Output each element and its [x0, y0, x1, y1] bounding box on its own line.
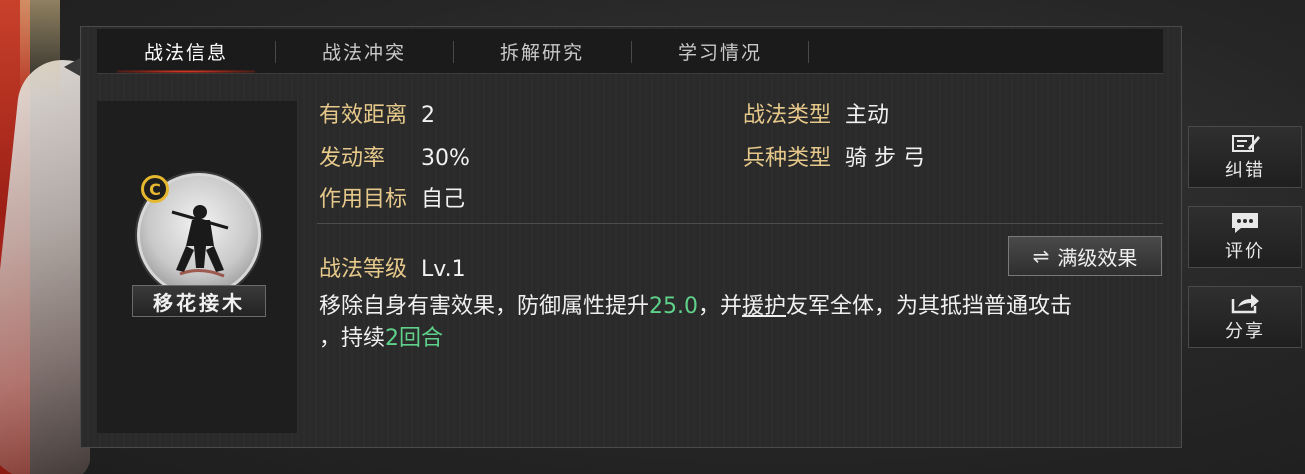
- level-value: Lv.1: [421, 257, 466, 282]
- warrior-silhouette-icon: [171, 205, 229, 278]
- edit-note-icon: [1232, 135, 1260, 152]
- attr-range: 有效距离 2: [319, 97, 435, 129]
- tab-label: 战法信息: [143, 41, 228, 64]
- attr-value: 主动: [845, 103, 890, 128]
- skill-grade-badge: C: [141, 175, 169, 203]
- attr-label: 发动率: [319, 146, 386, 171]
- tab-label: 战法冲突: [321, 41, 406, 64]
- desc-text: ，持续: [319, 326, 386, 351]
- max-level-effect-label: 满级效果: [1057, 245, 1138, 270]
- skill-name: 移花接木: [132, 285, 266, 317]
- attr-label: 作用目标: [319, 187, 408, 212]
- swap-arrows-icon: ⇌: [1032, 244, 1050, 268]
- panel-pointer: [64, 58, 80, 76]
- desc-value: 25.0: [649, 294, 698, 319]
- tab-label: 拆解研究: [499, 41, 584, 64]
- skill-level: 战法等级 Lv.1: [319, 251, 466, 283]
- divider: [317, 223, 1163, 224]
- review-button[interactable]: 评价: [1188, 206, 1302, 268]
- skill-description: 移除自身有害效果，防御属性提升25.0，并援护友军全体，为其抵挡普通攻击 ，持续2…: [319, 291, 1169, 355]
- report-error-label: 纠错: [1225, 160, 1265, 181]
- attr-value: 骑 步 弓: [845, 146, 926, 171]
- tab-skill-info[interactable]: 战法信息: [97, 29, 275, 73]
- max-level-effect-button[interactable]: ⇌ 满级效果: [1008, 236, 1162, 276]
- tab-learning-status[interactable]: 学习情况: [631, 29, 809, 73]
- share-button[interactable]: 分享: [1188, 286, 1302, 348]
- attr-label: 战法类型: [743, 103, 832, 128]
- level-label: 战法等级: [319, 257, 408, 282]
- desc-text: 友军全体，为其抵挡普通攻击: [786, 294, 1073, 319]
- attr-trigger-rate: 发动率 30%: [319, 140, 470, 172]
- skill-icon-pane: C 移花接木: [97, 101, 297, 433]
- tab-dismantle-research[interactable]: 拆解研究: [453, 29, 631, 73]
- tab-skill-conflict[interactable]: 战法冲突: [275, 29, 453, 73]
- review-label: 评价: [1225, 241, 1265, 262]
- desc-text: 移除自身有害效果，防御属性提升: [319, 294, 650, 319]
- share-label: 分享: [1225, 321, 1265, 342]
- attr-skill-type: 战法类型 主动: [743, 97, 889, 129]
- attr-value: 2: [421, 103, 436, 128]
- attr-value: 自己: [421, 187, 466, 212]
- attr-label: 有效距离: [319, 103, 408, 128]
- attr-target: 作用目标 自己: [319, 181, 465, 213]
- chat-bubble-icon: [1232, 213, 1258, 233]
- attr-value: 30%: [421, 146, 470, 171]
- active-tab-indicator: [117, 70, 255, 73]
- tab-label: 学习情况: [677, 41, 762, 64]
- desc-keyword-link[interactable]: 援护: [742, 294, 786, 319]
- desc-text: ，并: [698, 294, 743, 319]
- share-icon: [1231, 294, 1259, 314]
- tab-bar: 战法信息 战法冲突 拆解研究 学习情况: [97, 29, 1163, 74]
- skill-detail-panel: 战法信息 战法冲突 拆解研究 学习情况 C 移花接木 有效距离 2 发动率 30…: [80, 26, 1182, 448]
- report-error-button[interactable]: 纠错: [1188, 126, 1302, 188]
- attr-label: 兵种类型: [743, 146, 832, 171]
- desc-duration: 2回合: [385, 326, 444, 351]
- attr-troop-type: 兵种类型骑 步 弓: [743, 140, 925, 172]
